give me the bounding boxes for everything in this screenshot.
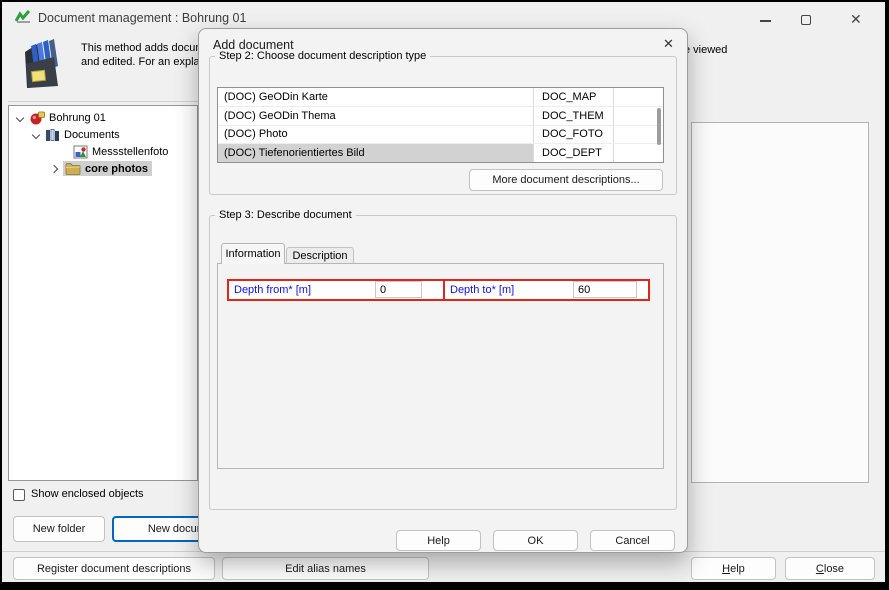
register-document-descriptions-button[interactable]: Register document descriptions <box>13 557 215 580</box>
documents-list-panel <box>691 122 869 483</box>
window-title: Document management : Bohrung 01 <box>38 11 246 25</box>
dialog-help-button[interactable]: Help <box>396 530 481 551</box>
tree-item-documents[interactable]: Documents <box>33 126 120 143</box>
depth-highlight-row: Depth from* [m] Depth to* [m] <box>227 279 650 301</box>
show-enclosed-checkbox[interactable] <box>13 489 25 501</box>
banner-text-line1: This method adds docum <box>81 42 205 54</box>
tree-item-label[interactable]: core photos <box>85 163 148 175</box>
tree-item-messstellenfoto[interactable]: Messstellenfoto <box>67 143 168 160</box>
edit-alias-names-button[interactable]: Edit alias names <box>222 557 429 580</box>
banner-separator <box>8 101 198 102</box>
screen: Document management : Bohrung 01 ✕ This … <box>0 0 889 590</box>
maximize-icon[interactable] <box>801 15 811 25</box>
tree-item-label[interactable]: Messstellenfoto <box>92 146 168 158</box>
chevron-down-icon[interactable] <box>32 130 40 138</box>
depth-from-input[interactable] <box>375 281 422 298</box>
app-icon <box>15 9 32 30</box>
more-document-descriptions-button[interactable]: More document descriptions... <box>469 169 663 191</box>
object-tree-panel: Bohrung 01 Documents Messstellenfoto <box>8 105 198 481</box>
minimize-icon[interactable] <box>760 20 771 22</box>
banner-text-line2: and edited. For an explan <box>81 56 206 68</box>
dialog-cancel-button[interactable]: Cancel <box>590 530 675 551</box>
tree-item-core-photos[interactable]: core photos <box>51 160 152 177</box>
depth-from-cell: Depth from* [m] <box>229 281 445 299</box>
list-scrollbar-thumb[interactable] <box>657 108 661 145</box>
tab-description[interactable]: Description <box>286 247 354 264</box>
help-button[interactable]: Help <box>691 557 776 580</box>
add-document-dialog: Add document ✕ Step 2: Choose document d… <box>198 28 688 553</box>
chevron-down-icon[interactable] <box>16 113 24 121</box>
new-folder-button[interactable]: New folder <box>13 516 105 542</box>
document-description-list: (DOC) GeODin Karte DOC_MAP (DOC) GeODin … <box>217 87 664 163</box>
step2-legend: Step 2: Choose document description type <box>215 50 430 62</box>
banner-text-right: e viewed <box>684 44 727 56</box>
photo-icon <box>73 145 88 159</box>
chevron-right-icon[interactable] <box>50 164 58 172</box>
depth-to-input[interactable] <box>573 281 637 298</box>
document-box-icon <box>18 36 68 97</box>
tree-item-bohrung-01[interactable]: Bohrung 01 <box>17 109 106 126</box>
list-item[interactable]: (DOC) GeODin Karte DOC_MAP <box>218 88 663 107</box>
dialog-ok-button[interactable]: OK <box>493 530 578 551</box>
step3-legend: Step 3: Describe document <box>215 209 356 221</box>
list-item-selected[interactable]: (DOC) Tiefenorientiertes Bild DOC_DEPT <box>218 144 663 162</box>
close-button[interactable]: Close <box>785 557 875 580</box>
tree-item-label[interactable]: Bohrung 01 <box>49 112 106 124</box>
documents-icon <box>45 128 60 142</box>
depth-to-cell: Depth to* [m] <box>445 281 648 299</box>
folder-icon <box>65 162 81 175</box>
depth-from-label: Depth from* [m] <box>234 284 311 296</box>
list-item[interactable]: (DOC) Photo DOC_FOTO <box>218 126 663 145</box>
tree-item-label[interactable]: Documents <box>64 129 120 141</box>
close-icon[interactable]: ✕ <box>850 12 862 26</box>
list-item[interactable]: (DOC) GeODin Thema DOC_THEM <box>218 107 663 126</box>
dialog-close-icon[interactable]: ✕ <box>663 37 674 50</box>
tab-information[interactable]: Information <box>221 243 285 264</box>
borehole-icon <box>29 111 45 125</box>
show-enclosed-label: Show enclosed objects <box>31 488 144 500</box>
depth-to-label: Depth to* [m] <box>450 284 514 296</box>
